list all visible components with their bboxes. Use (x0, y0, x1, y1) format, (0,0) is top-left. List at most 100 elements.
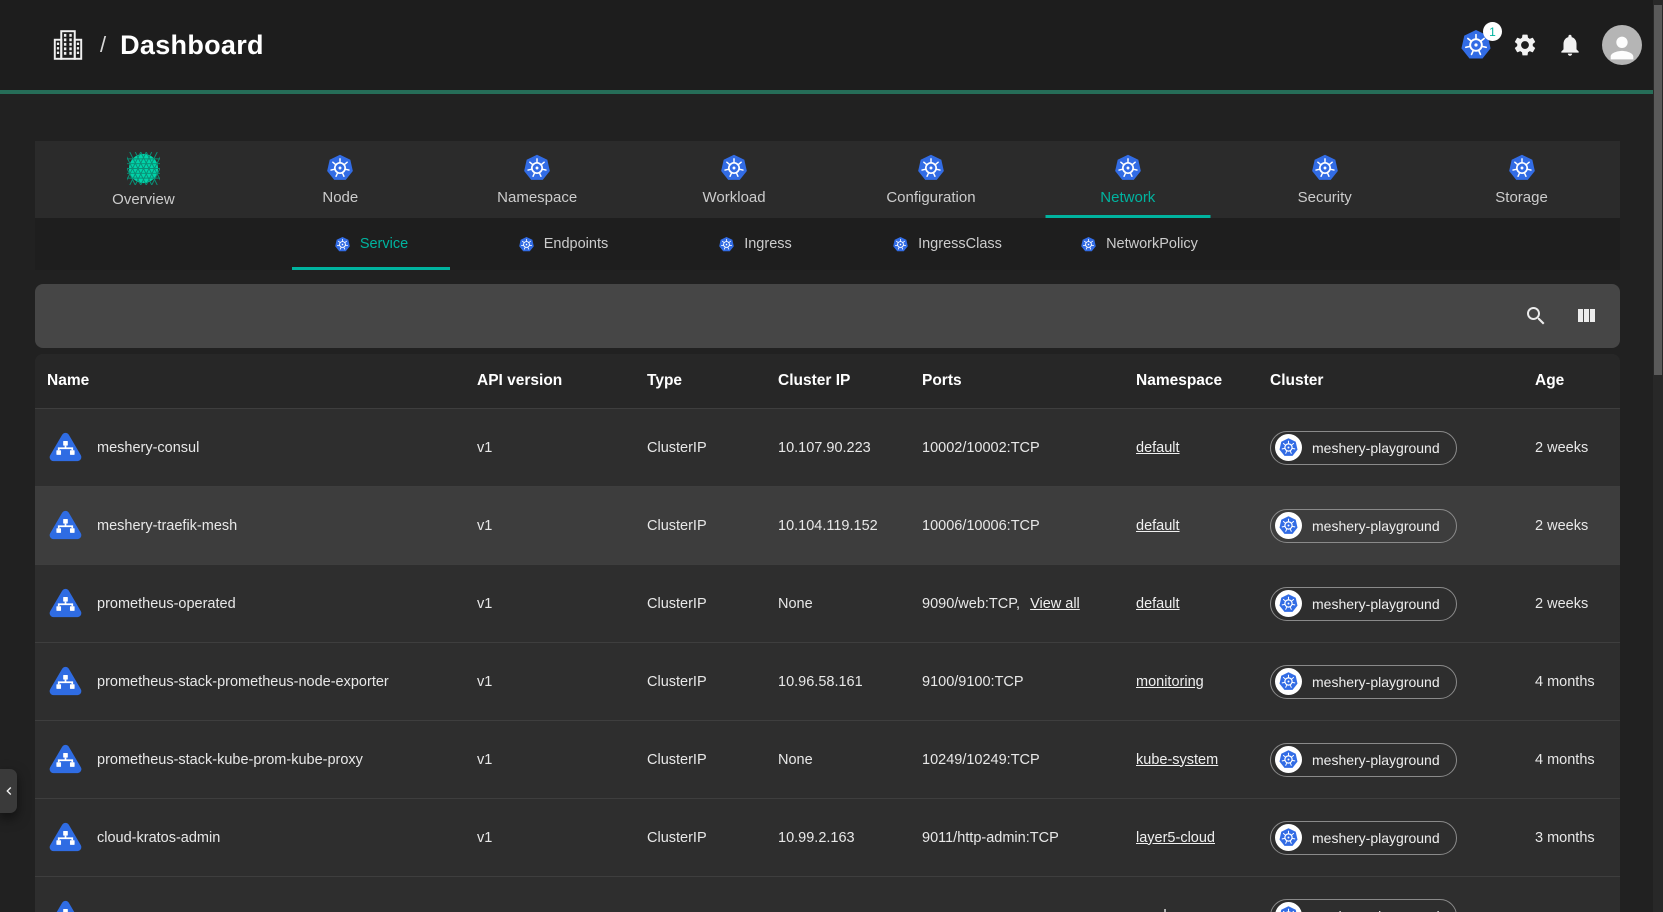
service-name: cloud-kratos-admin (97, 830, 220, 846)
cell-name (47, 897, 477, 912)
cell-namespace: default (1136, 518, 1270, 534)
service-name: prometheus-operated (97, 596, 236, 612)
settings-button[interactable] (1512, 32, 1538, 58)
context-count-badge: 1 (1483, 22, 1502, 41)
column-header-namespace[interactable]: Namespace (1136, 372, 1270, 390)
cell-age: 2 weeks (1535, 596, 1620, 612)
namespace-link[interactable]: kube-system (1136, 752, 1218, 768)
namespace-link[interactable]: layer5-cloud (1136, 830, 1215, 846)
cluster-chip[interactable]: meshery-playground (1270, 899, 1457, 912)
kubernetes-icon (1275, 512, 1302, 539)
table-row[interactable]: meshery-consul v1 ClusterIP 10.107.90.22… (35, 408, 1620, 486)
resource-tab[interactable]: Namespace (439, 141, 636, 218)
view-all-ports-link[interactable]: View all (1030, 596, 1080, 612)
cell-name: prometheus-operated (47, 585, 477, 622)
cluster-chip-label: meshery-playground (1312, 908, 1440, 912)
cell-namespace: default (1136, 440, 1270, 456)
services-table: Name API version Type Cluster IP Ports N… (35, 354, 1620, 912)
cell-age: 2 weeks (1535, 440, 1620, 456)
ports-value: 10002/10002:TCP (922, 440, 1040, 456)
cell-namespace: monitoring (1136, 674, 1270, 690)
resource-tab-label: Namespace (497, 189, 577, 206)
network-subtab[interactable]: Service (275, 218, 467, 270)
table-row[interactable]: prometheus-stack-prometheus-node-exporte… (35, 642, 1620, 720)
table-toolbar (35, 284, 1620, 348)
table-body: meshery-consul v1 ClusterIP 10.107.90.22… (35, 408, 1620, 912)
notifications-button[interactable] (1557, 32, 1583, 58)
column-header-name[interactable]: Name (47, 372, 477, 390)
building-icon[interactable] (50, 27, 86, 63)
cell-cluster-ip: None (778, 596, 922, 612)
cell-cluster-ip: 10.104.119.152 (778, 518, 922, 534)
cluster-chip[interactable]: meshery-playground (1270, 431, 1457, 465)
resource-tab-label: Configuration (886, 189, 975, 206)
cell-ports: 10249/10249:TCP (922, 752, 1136, 768)
gear-icon (1512, 32, 1538, 58)
cell-namespace: kube-system (1136, 752, 1270, 768)
column-header-api-version[interactable]: API version (477, 372, 647, 390)
cell-cluster: meshery-playground (1270, 509, 1535, 543)
network-subtab[interactable]: Ingress (659, 218, 851, 270)
kubernetes-icon (1275, 590, 1302, 617)
user-avatar[interactable] (1602, 25, 1642, 65)
resource-tab[interactable]: Overview (45, 141, 242, 218)
service-name: meshery-traefik-mesh (97, 518, 237, 534)
cluster-chip[interactable]: meshery-playground (1270, 509, 1457, 543)
cluster-chip[interactable]: meshery-playground (1270, 743, 1457, 777)
network-subtab[interactable]: IngressClass (851, 218, 1043, 270)
namespace-link[interactable]: meshery (1136, 908, 1192, 912)
kubernetes-icon (718, 236, 735, 253)
column-header-cluster-ip[interactable]: Cluster IP (778, 372, 922, 390)
column-header-cluster[interactable]: Cluster (1270, 372, 1535, 390)
network-subtab[interactable]: Endpoints (467, 218, 659, 270)
service-icon (47, 741, 84, 778)
namespace-link[interactable]: default (1136, 518, 1180, 534)
table-row[interactable]: prometheus-operated v1 ClusterIP None 90… (35, 564, 1620, 642)
search-button[interactable] (1524, 304, 1548, 328)
cluster-chip[interactable]: meshery-playground (1270, 665, 1457, 699)
resource-tab[interactable]: Network (1029, 141, 1226, 218)
page-title: Dashboard (120, 30, 264, 61)
ports-value: 10006/10006:TCP (922, 518, 1040, 534)
cell-age: 2 weeks (1535, 518, 1620, 534)
app-bar: / Dashboard 1 (0, 0, 1663, 90)
cell-age: 4 months (1535, 752, 1620, 768)
kubernetes-context-button[interactable]: 1 (1459, 28, 1493, 62)
resource-tab[interactable]: Security (1226, 141, 1423, 218)
table-row[interactable]: cloud-kratos-admin v1 ClusterIP 10.99.2.… (35, 798, 1620, 876)
cluster-chip[interactable]: meshery-playground (1270, 587, 1457, 621)
column-header-ports[interactable]: Ports (922, 372, 1136, 390)
resource-tab[interactable]: Node (242, 141, 439, 218)
table-row[interactable]: meshery meshery-playground (35, 876, 1620, 912)
cell-type: ClusterIP (647, 752, 778, 768)
column-header-age[interactable]: Age (1535, 372, 1620, 390)
cluster-chip-label: meshery-playground (1312, 596, 1440, 612)
column-header-type[interactable]: Type (647, 372, 778, 390)
namespace-link[interactable]: monitoring (1136, 674, 1204, 690)
kubernetes-icon (518, 236, 535, 253)
search-icon (1524, 304, 1548, 328)
namespace-link[interactable]: default (1136, 596, 1180, 612)
service-name: prometheus-stack-kube-prom-kube-proxy (97, 752, 363, 768)
resource-tab[interactable]: Configuration (833, 141, 1030, 218)
cluster-chip[interactable]: meshery-playground (1270, 821, 1457, 855)
resource-tab[interactable]: Storage (1423, 141, 1620, 218)
kubernetes-icon (1310, 153, 1340, 183)
cell-name: meshery-consul (47, 429, 477, 466)
network-subtab-label: NetworkPolicy (1106, 236, 1198, 252)
resource-tab[interactable]: Workload (636, 141, 833, 218)
table-row[interactable]: prometheus-stack-kube-prom-kube-proxy v1… (35, 720, 1620, 798)
table-row[interactable]: meshery-traefik-mesh v1 ClusterIP 10.104… (35, 486, 1620, 564)
kubernetes-icon (1275, 902, 1302, 912)
cell-cluster-ip: None (778, 752, 922, 768)
network-subtab[interactable]: NetworkPolicy (1043, 218, 1235, 270)
cell-api-version: v1 (477, 440, 647, 456)
service-name: meshery-consul (97, 440, 199, 456)
kubernetes-icon (334, 236, 351, 253)
show-columns-button[interactable] (1574, 304, 1598, 328)
cell-type: ClusterIP (647, 440, 778, 456)
scrollbar-thumb[interactable] (1654, 5, 1662, 375)
namespace-link[interactable]: default (1136, 440, 1180, 456)
sidebar-collapse-handle[interactable] (0, 769, 17, 813)
cell-cluster: meshery-playground (1270, 821, 1535, 855)
